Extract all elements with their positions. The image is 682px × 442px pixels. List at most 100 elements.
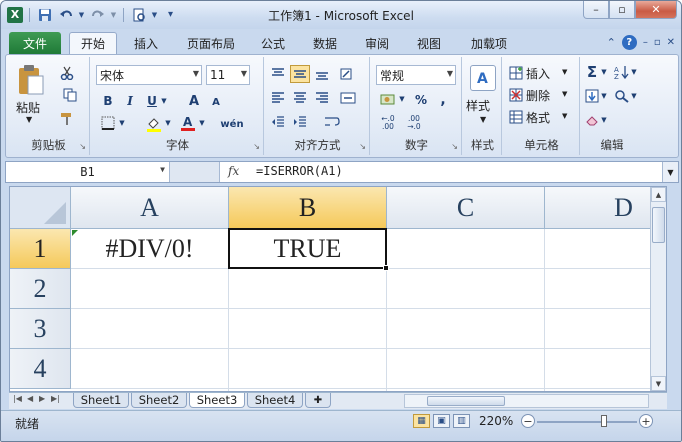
styles-dropdown-icon[interactable]: ▼ (480, 115, 486, 124)
sort-filter-icon[interactable]: AZ (612, 63, 632, 81)
phonetic-guide-button[interactable]: wén (218, 115, 246, 133)
row-header-4[interactable]: 4 (10, 349, 71, 389)
sheet-tab-sheet3[interactable]: Sheet3 (189, 393, 245, 408)
copy-icon[interactable] (58, 87, 82, 103)
formula-bar-splitter[interactable] (170, 162, 220, 182)
collapse-ribbon-icon[interactable]: ⌃ (607, 36, 616, 49)
horizontal-scrollbar[interactable] (404, 394, 649, 408)
format-cells-dropdown-icon[interactable]: ▼ (562, 112, 567, 120)
decrease-indent-icon[interactable] (268, 113, 288, 131)
orientation-icon[interactable] (336, 65, 356, 83)
paste-button[interactable]: 粘贴 (16, 99, 40, 116)
fill-down-icon[interactable] (584, 87, 600, 105)
maximize-button[interactable]: ▫ (609, 1, 635, 19)
scroll-up-icon[interactable]: ▲ (651, 187, 666, 202)
underline-button[interactable]: U (144, 93, 160, 109)
bold-button[interactable]: B (100, 93, 116, 109)
expand-formula-bar-icon[interactable]: ▼ (662, 162, 678, 182)
cut-icon[interactable] (58, 65, 76, 81)
fill-color-icon[interactable] (144, 115, 164, 133)
format-cells-button[interactable]: 格式 (526, 109, 550, 126)
borders-icon[interactable] (98, 115, 118, 131)
sheet-tab-sheet4[interactable]: Sheet4 (247, 393, 303, 408)
tab-home[interactable]: 开始 (69, 32, 117, 54)
workbook-minimize-icon[interactable]: – (643, 37, 648, 48)
select-all-button[interactable] (10, 187, 71, 229)
vertical-scrollbar[interactable]: ▲ ▼ (650, 187, 666, 391)
sheet-tab-sheet1[interactable]: Sheet1 (73, 393, 129, 408)
percent-style-button[interactable]: % (412, 91, 430, 109)
underline-dropdown-icon[interactable]: ▼ (160, 95, 168, 107)
increase-indent-icon[interactable] (290, 113, 310, 131)
column-header-a[interactable]: A (71, 187, 229, 229)
align-left-icon[interactable] (268, 89, 288, 107)
next-sheet-icon[interactable]: ▶ (39, 394, 45, 403)
column-header-b[interactable]: B (229, 187, 387, 229)
accounting-dropdown-icon[interactable]: ▼ (398, 93, 406, 105)
insert-function-button[interactable]: fx (228, 164, 239, 178)
align-bottom-icon[interactable] (312, 65, 332, 83)
workbook-close-icon[interactable]: ✕ (667, 37, 675, 48)
insert-cells-button[interactable]: 插入 (526, 65, 550, 82)
row-header-3[interactable]: 3 (10, 309, 71, 349)
delete-cells-icon[interactable] (508, 87, 524, 103)
cell-b1[interactable]: TRUE (228, 228, 387, 269)
close-button[interactable]: ✕ (635, 1, 677, 19)
tab-data[interactable]: 数据 (305, 32, 345, 54)
cell-a1[interactable]: #DIV/0! (71, 229, 228, 268)
align-center-icon[interactable] (290, 89, 310, 107)
font-name-combo[interactable]: 宋体 ▼ (96, 65, 202, 85)
clipboard-dialog-launcher-icon[interactable]: ↘ (79, 142, 86, 151)
format-painter-icon[interactable] (58, 111, 76, 127)
help-icon[interactable]: ? (621, 35, 637, 50)
prev-sheet-icon[interactable]: ◀ (27, 394, 33, 403)
increase-decimal-button[interactable]: ←.0 .00 (376, 113, 400, 133)
insert-cells-icon[interactable] (508, 65, 524, 81)
autosum-dropdown-icon[interactable]: ▼ (600, 67, 608, 77)
tab-formulas[interactable]: 公式 (253, 32, 293, 54)
merge-center-icon[interactable] (336, 89, 360, 107)
formula-input[interactable]: =ISERROR(A1) (256, 164, 343, 178)
autosum-button[interactable]: Σ (584, 63, 600, 81)
tab-page-layout[interactable]: 页面布局 (179, 32, 243, 54)
column-header-d[interactable]: D (545, 187, 666, 229)
first-sheet-icon[interactable]: |◀ (13, 394, 22, 403)
tab-insert[interactable]: 插入 (125, 32, 167, 54)
zoom-slider[interactable] (537, 421, 637, 423)
clear-icon[interactable] (584, 111, 600, 129)
align-right-icon[interactable] (312, 89, 332, 107)
font-color-dropdown-icon[interactable]: ▼ (198, 117, 206, 129)
delete-cells-button[interactable]: 删除 (526, 87, 550, 104)
styles-icon[interactable]: A (470, 65, 496, 91)
name-box[interactable]: B1 ▼ (6, 162, 170, 182)
italic-button[interactable]: I (122, 93, 138, 109)
scroll-down-icon[interactable]: ▼ (651, 376, 666, 391)
horizontal-scroll-thumb[interactable] (427, 396, 505, 406)
zoom-slider-thumb[interactable] (601, 415, 607, 427)
insert-cells-dropdown-icon[interactable]: ▼ (562, 68, 567, 76)
format-cells-icon[interactable] (508, 109, 524, 125)
shrink-font-button[interactable]: A (208, 95, 224, 109)
number-dialog-launcher-icon[interactable]: ↘ (451, 142, 458, 151)
page-break-preview-icon[interactable]: ▥ (453, 414, 470, 428)
page-layout-view-icon[interactable]: ▣ (433, 414, 450, 428)
decrease-decimal-button[interactable]: .00 →.0 (402, 113, 426, 133)
zoom-in-button[interactable]: + (639, 414, 653, 428)
grow-font-button[interactable]: A (186, 93, 202, 109)
alignment-dialog-launcher-icon[interactable]: ↘ (359, 142, 366, 151)
clear-dropdown-icon[interactable]: ▼ (600, 115, 608, 125)
align-middle-icon[interactable] (290, 65, 310, 83)
align-top-icon[interactable] (268, 65, 288, 83)
font-dialog-launcher-icon[interactable]: ↘ (253, 142, 260, 151)
styles-button[interactable]: 样式 (466, 97, 490, 114)
insert-worksheet-icon[interactable]: ✚ (305, 393, 331, 408)
delete-cells-dropdown-icon[interactable]: ▼ (562, 90, 567, 98)
find-select-icon[interactable] (612, 87, 632, 105)
paste-icon[interactable] (14, 63, 48, 97)
row-header-1[interactable]: 1 (10, 229, 71, 269)
fill-handle[interactable] (383, 265, 389, 271)
font-size-combo[interactable]: 11 ▼ (206, 65, 250, 85)
fill-color-dropdown-icon[interactable]: ▼ (164, 117, 172, 129)
normal-view-icon[interactable]: ▦ (413, 414, 430, 428)
sort-filter-dropdown-icon[interactable]: ▼ (630, 67, 638, 77)
